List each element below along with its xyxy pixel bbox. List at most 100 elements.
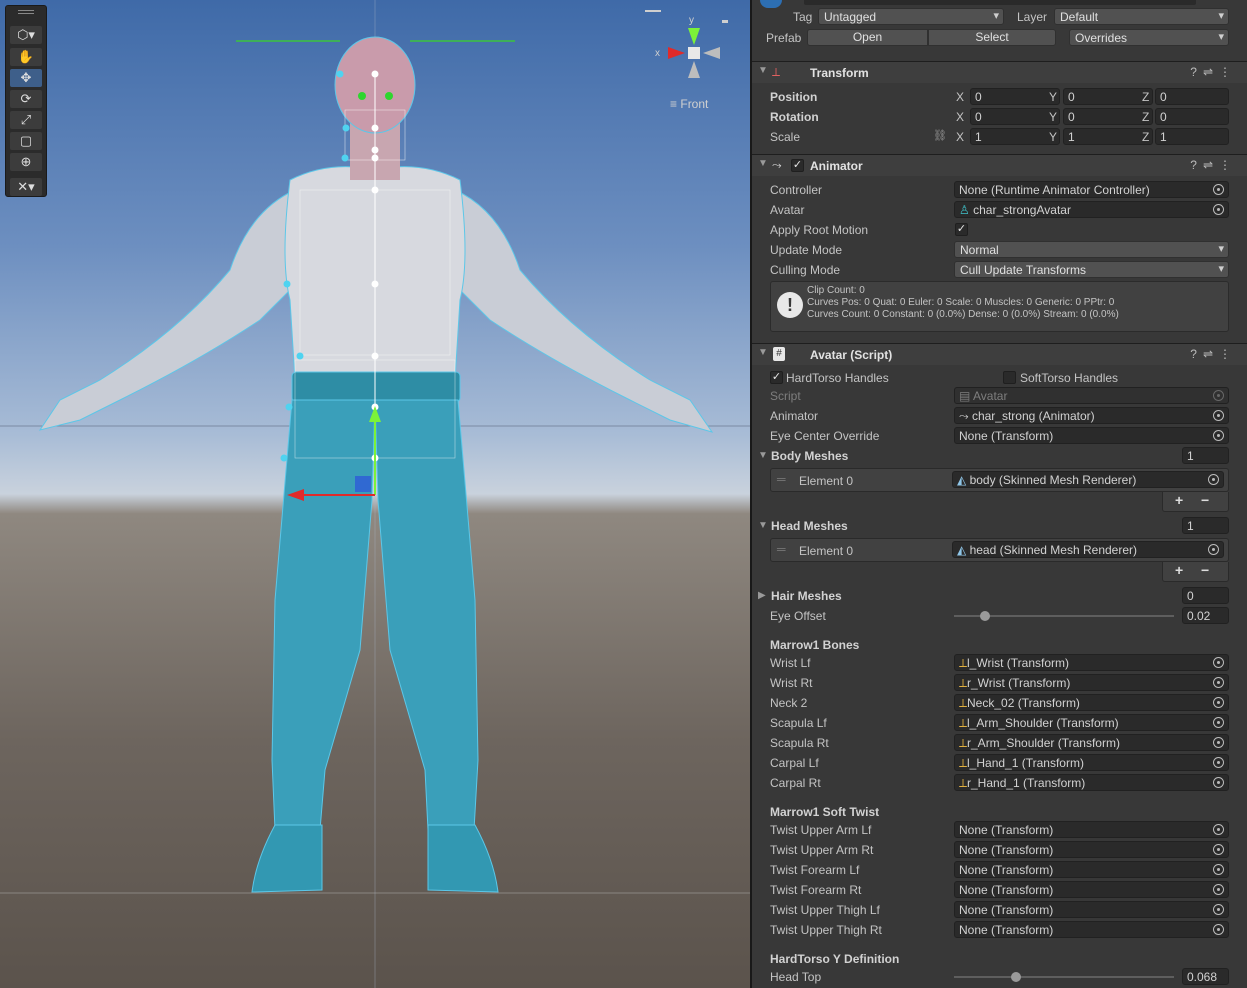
fold-arrow-icon[interactable]: ▼ [758, 520, 768, 531]
head-top-slider-track[interactable] [954, 976, 1174, 978]
bone-field[interactable]: ⟂l_Hand_1 (Transform) [954, 754, 1229, 771]
object-picker-icon[interactable] [1213, 844, 1224, 855]
drag-handle-icon[interactable]: ═ [777, 542, 786, 556]
scale-tool-icon[interactable]: ⤢ [10, 111, 42, 129]
fold-arrow-right-icon[interactable]: ▶ [758, 590, 766, 601]
view-label[interactable]: ≡ Front [670, 97, 708, 111]
avatar-field[interactable]: ♙ char_strongAvatar [954, 201, 1229, 218]
object-picker-icon[interactable] [1208, 544, 1219, 555]
hand-tool-icon[interactable]: ✋ [10, 48, 42, 66]
orientation-gizmo[interactable]: y x [645, 10, 728, 78]
hair-meshes-label[interactable]: Hair Meshes [771, 589, 842, 603]
object-picker-icon[interactable] [1213, 737, 1224, 748]
fold-arrow-icon[interactable]: ▼ [758, 158, 768, 169]
component-menu-icons[interactable]: ?⇌⋮ [1190, 65, 1237, 79]
fold-arrow-icon[interactable]: ▼ [758, 65, 768, 76]
object-picker-icon[interactable] [1213, 824, 1224, 835]
fold-arrow-icon[interactable]: ▼ [758, 347, 768, 358]
object-picker-icon[interactable] [1213, 757, 1224, 768]
twist-field[interactable]: None (Transform) [954, 861, 1229, 878]
scene-view[interactable]: y x ⬡▾ ✋ ✥ ⟳ ⤢ ▢ ⊕ ✕▾ ≡ Front [0, 0, 750, 988]
update-mode-dropdown[interactable]: Normal [954, 241, 1229, 258]
head-meshes-size-field[interactable]: 1 [1182, 517, 1229, 534]
bone-field[interactable]: ⟂r_Hand_1 (Transform) [954, 774, 1229, 791]
position-z-field[interactable]: 0 [1155, 88, 1229, 105]
scale-z-field[interactable]: 1 [1155, 128, 1229, 145]
scene-canvas[interactable]: y x [0, 0, 750, 988]
add-element-button[interactable]: + [1175, 562, 1183, 578]
head-meshes-label[interactable]: Head Meshes [771, 519, 848, 533]
eye-center-field[interactable]: None (Transform) [954, 427, 1229, 444]
rotation-z-field[interactable]: 0 [1155, 108, 1229, 125]
animator-field[interactable]: ⤳ char_strong (Animator) [954, 407, 1229, 424]
head-top-field[interactable]: 0.068 [1182, 968, 1229, 985]
object-picker-icon[interactable] [1213, 884, 1224, 895]
transform-header[interactable]: ▼ ⟂ Transform ?⇌⋮ [752, 61, 1247, 83]
object-picker-icon[interactable] [1213, 777, 1224, 788]
twist-field[interactable]: None (Transform) [954, 821, 1229, 838]
object-picker-icon[interactable] [1213, 204, 1224, 215]
softtorso-handles-checkbox[interactable] [1003, 371, 1016, 384]
rotation-x-field[interactable]: 0 [970, 108, 1060, 125]
object-picker-icon[interactable] [1213, 904, 1224, 915]
body-meshes-size-field[interactable]: 1 [1182, 447, 1229, 464]
object-picker-icon[interactable] [1213, 657, 1224, 668]
name-field[interactable] [804, 0, 1196, 5]
component-menu-icons[interactable]: ?⇌⋮ [1190, 347, 1237, 361]
rect-tool-icon[interactable]: ▢ [10, 132, 42, 150]
custom-tools-icon[interactable]: ✕▾ [10, 178, 42, 196]
prefab-open-button[interactable]: Open [807, 29, 928, 46]
object-picker-icon[interactable] [1208, 474, 1219, 485]
animator-enabled-checkbox[interactable]: ✓ [791, 159, 804, 172]
apply-root-motion-checkbox[interactable]: ✓ [955, 223, 968, 236]
object-picker-icon[interactable] [1213, 677, 1224, 688]
twist-field[interactable]: None (Transform) [954, 841, 1229, 858]
twist-field[interactable]: None (Transform) [954, 901, 1229, 918]
twist-field[interactable]: None (Transform) [954, 921, 1229, 938]
rotation-y-field[interactable]: 0 [1063, 108, 1153, 125]
object-picker-icon[interactable] [1213, 410, 1224, 421]
position-x-field[interactable]: 0 [970, 88, 1060, 105]
body-meshes-label[interactable]: Body Meshes [771, 449, 848, 463]
prefab-select-button[interactable]: Select [928, 29, 1056, 46]
position-y-field[interactable]: 0 [1063, 88, 1153, 105]
bone-field[interactable]: ⟂r_Wrist (Transform) [954, 674, 1229, 691]
drag-handle-icon[interactable]: ═ [777, 472, 786, 486]
bone-field[interactable]: ⟂r_Arm_Shoulder (Transform) [954, 734, 1229, 751]
remove-element-button[interactable]: − [1201, 492, 1209, 508]
hardtorso-handles-checkbox[interactable]: ✓ [770, 371, 783, 384]
scale-x-field[interactable]: 1 [970, 128, 1060, 145]
add-element-button[interactable]: + [1175, 492, 1183, 508]
twist-field[interactable]: None (Transform) [954, 881, 1229, 898]
component-menu-icons[interactable]: ?⇌⋮ [1190, 158, 1237, 172]
bone-field[interactable]: ⟂l_Arm_Shoulder (Transform) [954, 714, 1229, 731]
object-picker-icon[interactable] [1213, 430, 1224, 441]
avatar-script-header[interactable]: ▼ # Avatar (Script) ?⇌⋮ [752, 343, 1247, 365]
remove-element-button[interactable]: − [1201, 562, 1209, 578]
bone-field[interactable]: ⟂Neck_02 (Transform) [954, 694, 1229, 711]
object-picker-icon[interactable] [1213, 924, 1224, 935]
fold-arrow-icon[interactable]: ▼ [758, 450, 768, 461]
eye-offset-slider-knob[interactable] [979, 611, 990, 621]
object-picker-icon[interactable] [1213, 697, 1224, 708]
eye-offset-field[interactable]: 0.02 [1182, 607, 1229, 624]
view-mode-dropdown[interactable]: ⬡▾ [10, 26, 42, 44]
transform-tool-icon[interactable]: ⊕ [10, 153, 42, 171]
body-element0-field[interactable]: ◭ body (Skinned Mesh Renderer) [952, 471, 1224, 488]
hair-meshes-size-field[interactable]: 0 [1182, 587, 1229, 604]
head-top-slider-knob[interactable] [1010, 972, 1021, 982]
object-picker-icon[interactable] [1213, 864, 1224, 875]
bone-field[interactable]: ⟂l_Wrist (Transform) [954, 654, 1229, 671]
tag-dropdown[interactable]: Untagged [818, 8, 1004, 25]
prefab-overrides-dropdown[interactable]: Overrides [1069, 29, 1229, 46]
animator-header[interactable]: ▼ ⤳ ✓ Animator ?⇌⋮ [752, 154, 1247, 176]
rotate-tool-icon[interactable]: ⟳ [10, 90, 42, 108]
layer-dropdown[interactable]: Default [1054, 8, 1229, 25]
head-element0-field[interactable]: ◭ head (Skinned Mesh Renderer) [952, 541, 1224, 558]
culling-mode-dropdown[interactable]: Cull Update Transforms [954, 261, 1229, 278]
object-picker-icon[interactable] [1213, 717, 1224, 728]
object-picker-icon[interactable] [1213, 184, 1224, 195]
controller-field[interactable]: None (Runtime Animator Controller) [954, 181, 1229, 198]
move-tool-icon[interactable]: ✥ [10, 69, 42, 87]
scale-y-field[interactable]: 1 [1063, 128, 1153, 145]
